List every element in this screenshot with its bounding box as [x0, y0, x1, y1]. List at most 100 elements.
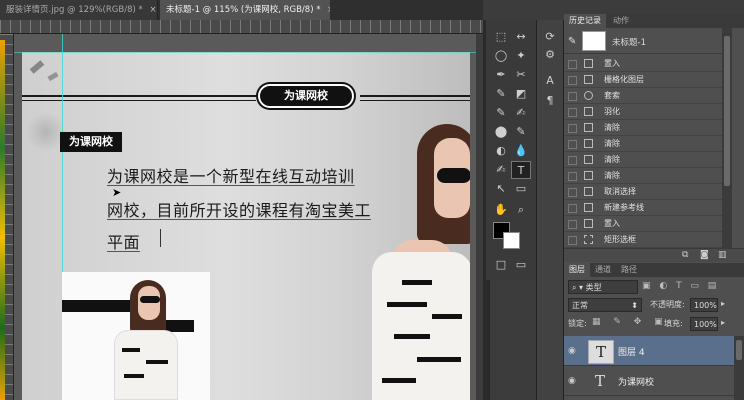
dodge-tool-icon[interactable]: ◐	[491, 142, 511, 160]
layers-scrollbar[interactable]	[734, 336, 744, 400]
history-panel-icon[interactable]: ⟳	[541, 28, 559, 46]
brush-mark	[29, 60, 45, 74]
lasso-icon	[584, 91, 593, 100]
chevron-right-icon[interactable]: ▸	[721, 299, 725, 308]
close-icon[interactable]: ×	[149, 5, 156, 15]
lock-label: 锁定:	[568, 319, 587, 328]
tab-paths[interactable]: 路径	[616, 263, 642, 277]
move-tool-icon[interactable]: ↔	[511, 28, 531, 46]
background-color-swatch[interactable]	[503, 232, 520, 249]
lasso-tool-icon[interactable]: ◯	[491, 47, 511, 65]
shirt-stripe	[124, 374, 144, 378]
layer-filter-icons[interactable]: ▣ ◐ T ▭ ▤	[642, 281, 719, 291]
text-content: 平面	[107, 233, 141, 252]
history-item[interactable]: 清除	[564, 136, 722, 152]
history-item[interactable]: 栅格化图层	[564, 72, 722, 88]
history-item[interactable]: 清除	[564, 168, 722, 184]
canvas-text-line-2[interactable]: 网校，目前所开设的课程有淘宝美工	[107, 197, 371, 221]
eraser-tool-icon[interactable]: ✎	[511, 123, 531, 141]
layer-name: 为课网校	[618, 378, 655, 388]
eye-icon[interactable]: ◉	[568, 376, 576, 386]
thumb-model-face	[138, 286, 160, 320]
tab-label: 服装详情页.jpg @ 129%(RGB/8) *	[6, 5, 143, 15]
tab-product-detail[interactable]: 服装详情页.jpg @ 129%(RGB/8) * ×	[0, 0, 158, 20]
chevron-right-icon[interactable]: ▸	[721, 318, 725, 327]
mouse-pointer-icon: ➤	[112, 186, 122, 199]
opacity-input[interactable]: 100%	[690, 298, 718, 312]
history-item[interactable]: 清除	[564, 152, 722, 168]
tab-history[interactable]: 历史记录	[564, 14, 606, 28]
crop-tool-icon[interactable]: ✂	[511, 66, 531, 84]
marquee-tool-icon[interactable]: ⬚	[491, 28, 511, 46]
history-item[interactable]: 取消选择	[564, 184, 722, 200]
canvas-text-line-3[interactable]: 平面	[107, 229, 140, 253]
history-item[interactable]: 套索	[564, 88, 722, 104]
history-item[interactable]: 羽化	[564, 104, 722, 120]
gradient-tool-icon[interactable]: ⬤	[491, 123, 511, 141]
new-document-icon[interactable]: ⧉	[682, 250, 688, 260]
tab-layers[interactable]: 图层	[564, 263, 590, 277]
text-insertion-cursor	[160, 229, 161, 247]
layer-row[interactable]: ◉ T 为课网校	[564, 366, 734, 396]
guide-horizontal[interactable]	[14, 52, 476, 53]
path-select-tool-icon[interactable]: ↖	[491, 180, 511, 198]
history-item[interactable]: 置入	[564, 56, 722, 72]
scrollbar-thumb[interactable]	[736, 340, 742, 360]
healing-tool-icon[interactable]: ◩	[511, 85, 531, 103]
shirt-stripe	[417, 357, 461, 362]
shape-tool-icon[interactable]: ▭	[511, 180, 531, 198]
fill-input[interactable]: 100%	[690, 317, 718, 331]
brush-icon: ✎	[568, 36, 577, 47]
history-item[interactable]: 新建参考线	[564, 200, 722, 216]
snapshot-name: 未标题-1	[612, 38, 646, 48]
shirt-stripe	[432, 314, 462, 319]
pen-tool-icon[interactable]: ✍	[491, 161, 511, 179]
tab-actions[interactable]: 动作	[608, 14, 634, 28]
close-icon[interactable]: ×	[327, 5, 330, 15]
shirt-stripe	[122, 348, 140, 352]
history-item-label: 清除	[604, 171, 620, 180]
eye-icon[interactable]: ◉	[568, 346, 576, 356]
tab-label: 未标题-1 @ 115% (为课网校, RGB/8) *	[166, 5, 321, 15]
hand-tool-icon[interactable]: ✋	[491, 201, 511, 219]
history-scrollbar[interactable]	[722, 28, 732, 248]
history-item[interactable]: 矩形选框	[564, 232, 722, 248]
zoom-tool-icon[interactable]: ⌕	[511, 201, 531, 219]
eyedropper-tool-icon[interactable]: ✒	[491, 66, 511, 84]
history-brush-tool-icon[interactable]: ✎	[491, 104, 511, 122]
tab-channels[interactable]: 通道	[590, 263, 616, 277]
layer-row[interactable]: ◉ T 图层 4	[564, 336, 734, 366]
history-item-label: 套索	[604, 91, 620, 100]
screen-mode-icon[interactable]: ▭	[511, 256, 531, 274]
banner-line-right	[360, 95, 470, 97]
thumb-sunglasses	[140, 296, 160, 303]
magic-wand-tool-icon[interactable]: ✦	[511, 47, 531, 65]
camera-icon[interactable]: ◙	[700, 250, 709, 260]
lock-icons[interactable]: ▦ ✎ ✥ ▣	[592, 317, 668, 327]
blur-tool-icon[interactable]: 💧	[511, 142, 531, 160]
stamp-tool-icon[interactable]: ✍	[511, 104, 531, 122]
blend-mode-select[interactable]: 正常 ⬍	[568, 298, 642, 312]
type-tool-icon[interactable]: T	[511, 161, 531, 179]
blend-mode-value: 正常	[572, 301, 588, 310]
canvas-text-line-1[interactable]: 为课网校是一个新型在线互动培训	[107, 163, 355, 187]
tab-untitled[interactable]: 未标题-1 @ 115% (为课网校, RGB/8) * ×	[160, 0, 330, 20]
shirt-stripe	[382, 378, 416, 383]
paragraph-panel-icon[interactable]: ¶	[541, 92, 559, 110]
shirt-stripe	[402, 280, 432, 285]
scrollbar-thumb[interactable]	[724, 36, 730, 186]
history-item[interactable]: 清除	[564, 120, 722, 136]
banner-line-left-thin	[22, 100, 256, 101]
model-sunglasses	[437, 168, 470, 183]
trash-icon[interactable]: ▥	[718, 250, 727, 260]
history-step-icon	[584, 107, 593, 116]
character-panel-icon[interactable]: A	[541, 72, 559, 90]
layer-filter-select[interactable]: ⌕ ▾ 类型	[568, 280, 638, 294]
brush-settings-icon[interactable]: ⚙	[541, 46, 559, 64]
history-snapshot[interactable]: ✎ 未标题-1	[564, 28, 722, 54]
quick-mask-icon[interactable]: □	[491, 256, 511, 274]
brush-tool-icon[interactable]: ✎	[491, 85, 511, 103]
history-item[interactable]: 置入	[564, 216, 722, 232]
product-thumbnail[interactable]	[62, 272, 210, 400]
horizontal-ruler[interactable]	[0, 20, 483, 34]
